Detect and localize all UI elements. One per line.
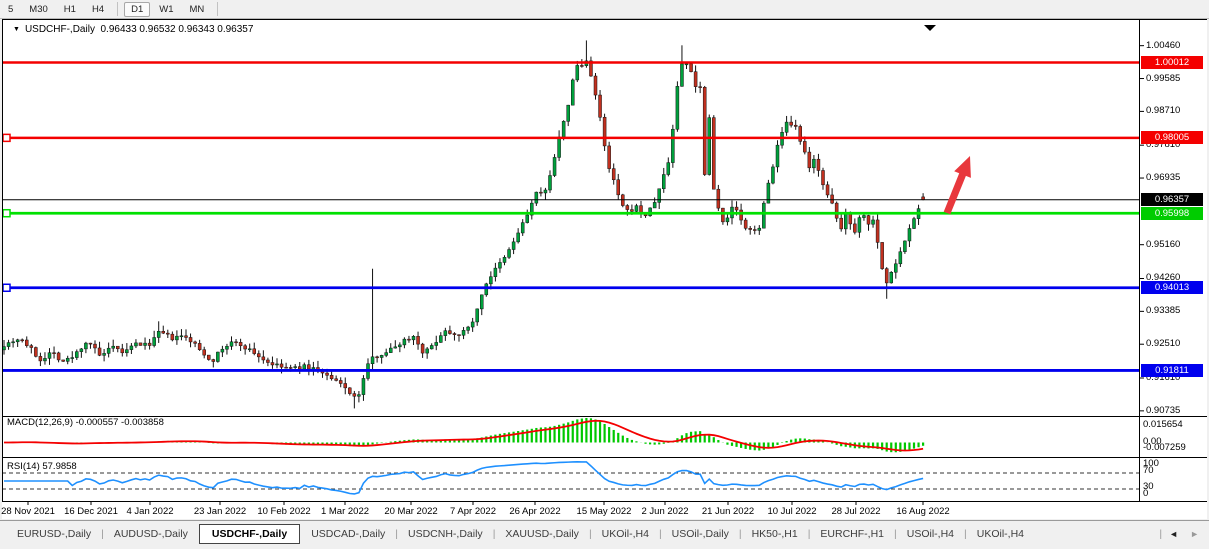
macd-indicator-label: MACD(12,26,9) -0.000557 -0.003858 xyxy=(7,417,164,428)
price-axis-tick: 1.00460 xyxy=(1146,40,1180,51)
date-axis-label: 10 Jul 2022 xyxy=(767,506,816,517)
price-axis-tick: 0.95160 xyxy=(1146,239,1180,250)
date-axis-label: 20 Mar 2022 xyxy=(384,506,437,517)
date-axis-label: 28 Jul 2022 xyxy=(831,506,880,517)
chart-title: ▼ USDCHF-,Daily 0.96433 0.96532 0.96343 0… xyxy=(13,24,253,35)
date-axis-label: 10 Feb 2022 xyxy=(257,506,310,517)
date-axis-label: 26 Apr 2022 xyxy=(509,506,560,517)
hline-handle[interactable] xyxy=(3,134,10,141)
date-axis-label: 15 May 2022 xyxy=(577,506,632,517)
date-axis-label: 4 Jan 2022 xyxy=(126,506,173,517)
date-axis-label: 16 Dec 2021 xyxy=(64,506,118,517)
price-axis-tick: 0.99585 xyxy=(1146,73,1180,84)
rsi-indicator-label: RSI(14) 57.9858 xyxy=(7,461,77,472)
price-axis-tick: 0.96935 xyxy=(1146,172,1180,183)
date-axis-label: 28 Nov 2021 xyxy=(1,506,55,517)
date-axis-label: 21 Jun 2022 xyxy=(702,506,754,517)
date-axis-label: 7 Apr 2022 xyxy=(450,506,496,517)
price-badge: 1.00012 xyxy=(1141,56,1203,69)
indicator-axis-tick: 70 xyxy=(1143,465,1154,476)
price-badge: 0.98005 xyxy=(1141,131,1203,144)
date-axis-label: 2 Jun 2022 xyxy=(641,506,688,517)
indicator-axis-tick: 0 xyxy=(1143,488,1148,499)
chart-ohlc-values: 0.96433 0.96532 0.96343 0.96357 xyxy=(101,24,254,35)
date-axis-label: 16 Aug 2022 xyxy=(896,506,949,517)
chart-canvas xyxy=(0,0,1209,549)
price-badge: 0.91811 xyxy=(1141,364,1203,377)
price-axis-tick: 0.90735 xyxy=(1146,405,1180,416)
chart-dropdown-icon[interactable]: ▼ xyxy=(13,26,20,33)
indicator-axis-tick: -0.007259 xyxy=(1143,442,1186,453)
chart-tab-ukoil-h4[interactable]: UKOil-,H4 xyxy=(968,525,1033,543)
chart-tab-audusd-daily[interactable]: AUDUSD-,Daily xyxy=(105,525,197,543)
chart-tab-usoil-daily[interactable]: USOil-,Daily xyxy=(663,525,738,543)
price-axis-tick: 0.92510 xyxy=(1146,338,1180,349)
price-axis-tick: 0.98710 xyxy=(1146,105,1180,116)
chart-tab-xauusd-daily[interactable]: XAUUSD-,Daily xyxy=(496,525,588,543)
chart-tab-ukoil-h4[interactable]: UKOil-,H4 xyxy=(593,525,658,543)
indicator-axis-tick: 0.015654 xyxy=(1143,419,1183,430)
chart-tab-hk50-h1[interactable]: HK50-,H1 xyxy=(743,525,807,543)
chart-tab-usdcad-daily[interactable]: USDCAD-,Daily xyxy=(302,525,394,543)
price-badge: 0.96357 xyxy=(1141,193,1203,206)
tab-scroll-left-button[interactable]: ◄ xyxy=(1163,529,1184,539)
date-axis-label: 23 Jan 2022 xyxy=(194,506,246,517)
hline-handle[interactable] xyxy=(3,284,10,291)
mt4-chart-window: 5M30H1H4D1W1MN ▼USDCHF-,Daily 0.96433 0.… xyxy=(0,0,1209,549)
chart-tab-usoil-h4[interactable]: USOil-,H4 xyxy=(898,525,963,543)
chart-tab-eurchf-h1[interactable]: EURCHF-,H1 xyxy=(811,525,893,543)
chart-tab-eurusd-daily[interactable]: EURUSD-,Daily xyxy=(8,525,100,543)
chart-tab-usdchf-daily[interactable]: USDCHF-,Daily xyxy=(199,524,300,544)
date-axis-label: 1 Mar 2022 xyxy=(321,506,369,517)
chart-symbol-label: USDCHF-,Daily xyxy=(25,24,95,35)
hline-handle[interactable] xyxy=(3,210,10,217)
chart-tab-usdcnh-daily[interactable]: USDCNH-,Daily xyxy=(399,525,492,543)
bottom-strip xyxy=(0,545,1209,549)
tab-scroll-right-button[interactable]: ► xyxy=(1184,529,1205,539)
chart-tab-bar: EURUSD-,Daily|AUDUSD-,DailyUSDCHF-,Daily… xyxy=(0,520,1209,546)
price-badge: 0.95998 xyxy=(1141,207,1203,220)
price-axis-tick: 0.93385 xyxy=(1146,305,1180,316)
price-badge: 0.94013 xyxy=(1141,281,1203,294)
